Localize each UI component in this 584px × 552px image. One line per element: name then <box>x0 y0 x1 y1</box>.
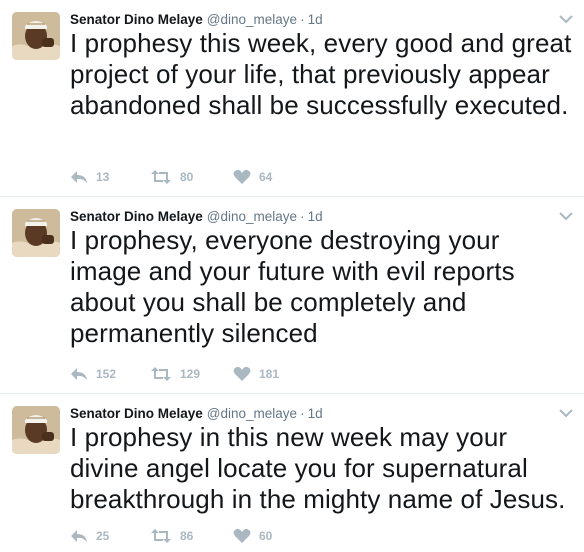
separator: · <box>300 209 305 224</box>
timestamp[interactable]: 1d <box>308 406 323 421</box>
retweet-count: 80 <box>180 170 194 184</box>
tweet[interactable]: Senator Dino Melaye @dino_melaye · 1d I pro… <box>0 394 584 552</box>
separator: · <box>300 406 305 421</box>
reply-button[interactable]: 25 <box>70 527 109 545</box>
avatar[interactable] <box>12 406 60 454</box>
chevron-down-icon[interactable] <box>558 406 574 418</box>
author-handle[interactable]: @dino_melaye <box>207 12 297 27</box>
avatar[interactable] <box>12 209 60 257</box>
retweet-icon <box>151 170 171 184</box>
retweet-button[interactable]: 86 <box>150 527 193 545</box>
tweet-header: Senator Dino Melaye @dino_melaye · 1d <box>70 207 323 227</box>
retweet-icon <box>151 367 171 381</box>
avatar[interactable] <box>12 12 60 60</box>
retweet-count: 86 <box>180 529 194 543</box>
reply-count: 25 <box>96 529 110 543</box>
reply-icon <box>71 368 87 380</box>
retweet-button[interactable]: 80 <box>150 168 193 186</box>
author-name[interactable]: Senator Dino Melaye <box>70 209 203 224</box>
separator: · <box>300 12 305 27</box>
reply-count: 152 <box>96 367 117 381</box>
reply-count: 13 <box>96 170 110 184</box>
heart-icon <box>233 528 251 543</box>
timestamp[interactable]: 1d <box>308 209 323 224</box>
retweet-button[interactable]: 129 <box>150 365 200 383</box>
tweet[interactable]: Senator Dino Melaye @dino_melaye · 1d I pro… <box>0 197 584 394</box>
tweet-header: Senator Dino Melaye @dino_melaye · 1d <box>70 10 323 30</box>
author-handle[interactable]: @dino_melaye <box>207 209 297 224</box>
like-count: 181 <box>259 367 280 381</box>
like-button[interactable]: 181 <box>233 365 279 383</box>
like-count: 64 <box>259 170 273 184</box>
retweet-icon <box>151 529 171 543</box>
author-name[interactable]: Senator Dino Melaye <box>70 12 203 27</box>
heart-icon <box>233 169 251 184</box>
tweet-header: Senator Dino Melaye @dino_melaye · 1d <box>70 404 323 424</box>
tweet[interactable]: Senator Dino Melaye @dino_melaye · 1d I pro… <box>0 0 584 197</box>
timestamp[interactable]: 1d <box>308 12 323 27</box>
chevron-down-icon[interactable] <box>558 209 574 221</box>
reply-button[interactable]: 13 <box>70 168 109 186</box>
tweet-text: I prophesy, everyone destroying your ima… <box>70 225 515 348</box>
like-button[interactable]: 60 <box>233 527 272 545</box>
retweet-count: 129 <box>180 367 201 381</box>
author-handle[interactable]: @dino_melaye <box>207 406 297 421</box>
like-count: 60 <box>259 529 273 543</box>
chevron-down-icon[interactable] <box>558 12 574 24</box>
reply-icon <box>71 530 87 542</box>
like-button[interactable]: 64 <box>233 168 272 186</box>
reply-button[interactable]: 152 <box>70 365 116 383</box>
tweet-text: I prophesy in this new week may your div… <box>70 422 566 514</box>
author-name[interactable]: Senator Dino Melaye <box>70 406 203 421</box>
reply-icon <box>71 171 87 183</box>
tweet-text: I prophesy this week, every good and gre… <box>70 28 572 120</box>
tweet-feed: Senator Dino Melaye @dino_melaye · 1d I pro… <box>0 0 584 552</box>
heart-icon <box>233 366 251 381</box>
